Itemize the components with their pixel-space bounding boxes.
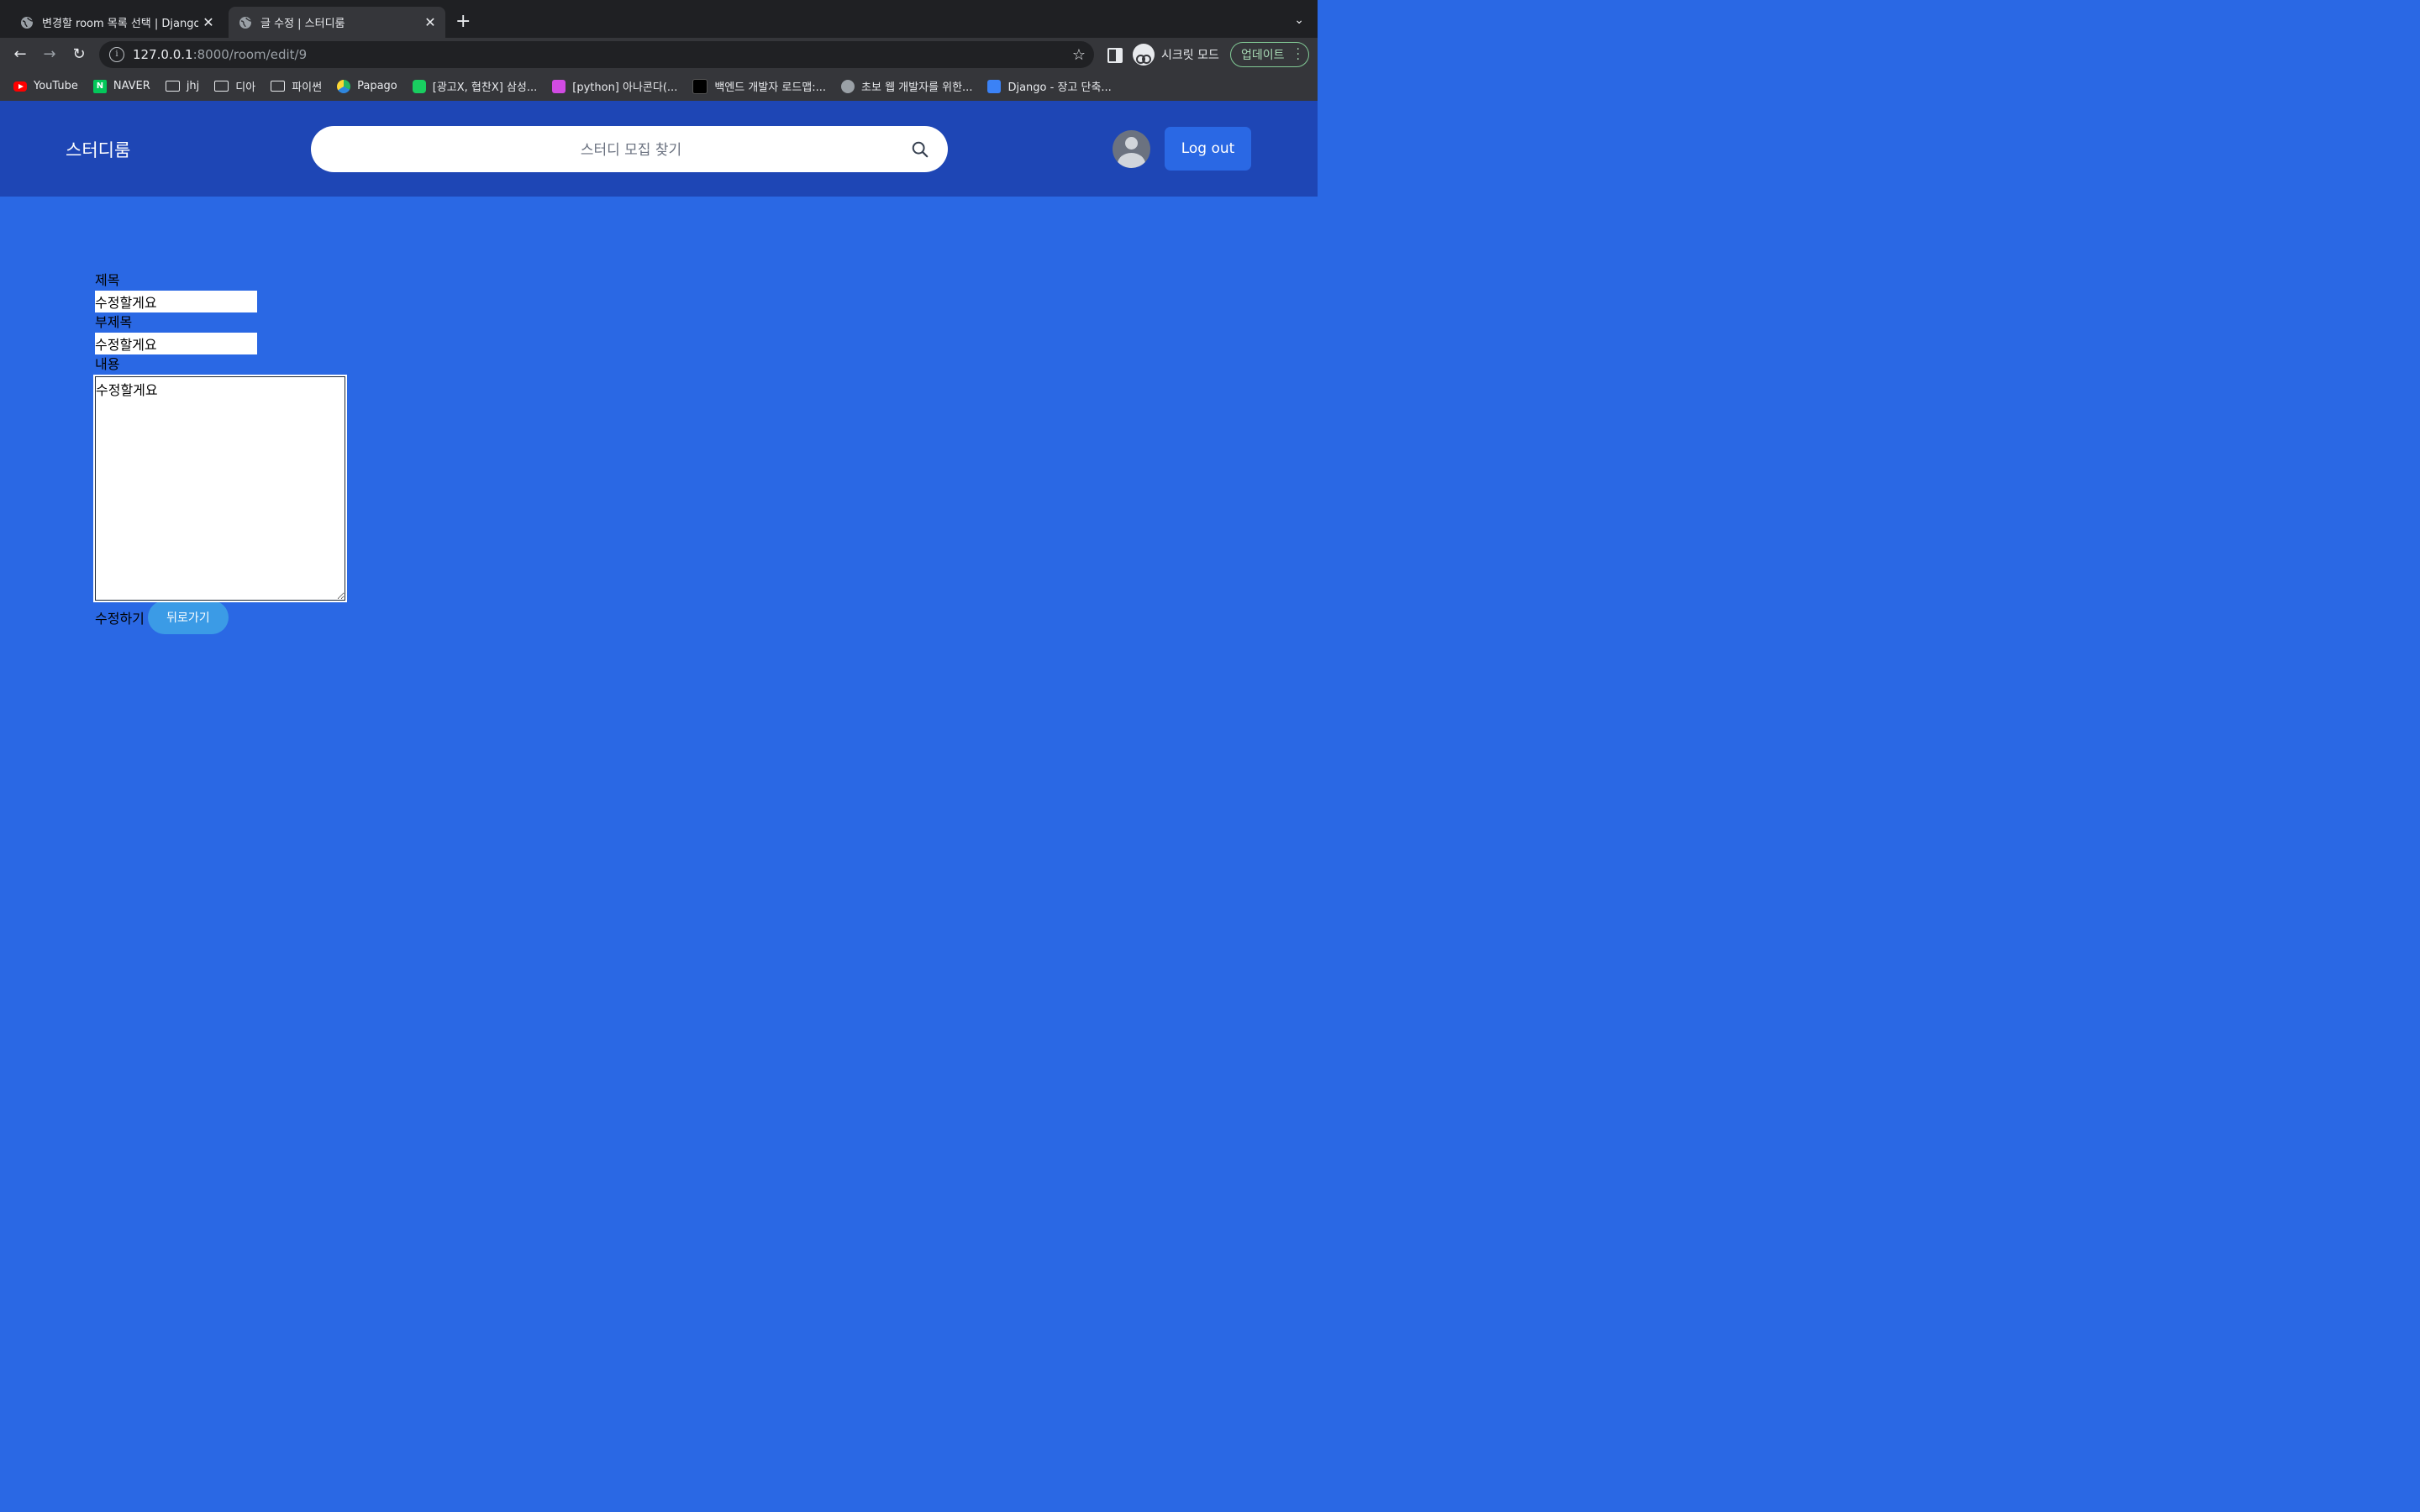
reload-icon[interactable]: ↻ [69, 45, 89, 65]
more-vert-icon: · · · [1296, 43, 1300, 66]
url-text: 127.0.0.1:8000/room/edit/9 [133, 47, 308, 62]
django-icon [987, 79, 1002, 93]
naver-icon: N [92, 79, 107, 93]
bookmark-blog[interactable]: [광고X, 협찬X] 삼성... [412, 78, 537, 94]
browser-toolbar: ← → ↻ i 127.0.0.1:8000/room/edit/9 ☆ 시크릿… [0, 38, 1318, 71]
browser-tab-active[interactable]: 글 수정 | 스터디룸 ✕ [229, 7, 445, 38]
folder-icon [165, 81, 180, 92]
bookmark-backend-roadmap[interactable]: 백엔드 개발자 로드맵:... [692, 78, 826, 94]
folder-icon [214, 81, 229, 92]
bookmark-star-icon[interactable]: ☆ [1072, 46, 1086, 64]
bookmarks-bar: YouTube N NAVER jhj 디아 파이썬 Papago [광고X, 협… [0, 71, 1318, 101]
incognito-indicator[interactable]: 시크릿 모드 [1133, 42, 1219, 67]
bookmark-folder-jhj[interactable]: jhj [165, 80, 199, 92]
site-info-icon[interactable]: i [109, 47, 124, 62]
content-label: 내용 [95, 356, 120, 372]
new-tab-icon[interactable]: + [455, 12, 471, 32]
site-logo[interactable]: 스터디룸 [66, 137, 130, 162]
incognito-label: 시크릿 모드 [1161, 49, 1219, 62]
update-button[interactable]: 업데이트 · · · [1230, 42, 1309, 67]
globe-icon [239, 16, 252, 29]
site-header: 스터디룸 Log out [0, 101, 1318, 197]
search-icon[interactable] [911, 140, 929, 159]
blog-icon [412, 79, 426, 93]
logout-button[interactable]: Log out [1165, 127, 1251, 171]
update-label: 업데이트 [1241, 49, 1285, 62]
globe-icon [841, 79, 855, 93]
search-input[interactable] [311, 126, 951, 174]
tab-title: 변경할 room 목록 선택 | Django 사 [42, 18, 198, 30]
incognito-icon [1133, 44, 1155, 66]
bookmark-django[interactable]: Django - 장고 단축... [987, 78, 1112, 94]
subtitle-input[interactable] [95, 333, 257, 354]
youtube-icon [13, 81, 27, 92]
address-bar[interactable]: i 127.0.0.1:8000/room/edit/9 ☆ [99, 41, 1094, 68]
bookmark-naver[interactable]: N NAVER [92, 79, 150, 93]
browser-tab[interactable]: 변경할 room 목록 선택 | Django 사 ✕ [10, 7, 224, 38]
bookmark-folder-python[interactable]: 파이썬 [271, 78, 322, 94]
search-bar[interactable] [311, 126, 951, 174]
back-arrow-icon[interactable]: ← [10, 45, 30, 65]
subtitle-label: 부제목 [95, 314, 133, 330]
close-tab-icon[interactable]: ✕ [198, 14, 218, 30]
back-button[interactable]: 뒤로가기 [147, 601, 229, 634]
close-tab-icon[interactable]: ✕ [420, 14, 440, 30]
chevron-down-icon[interactable]: ⌄ [1294, 13, 1304, 27]
folder-icon [271, 81, 286, 92]
forward-arrow-icon[interactable]: → [39, 45, 60, 65]
title-input[interactable] [95, 291, 257, 312]
bookmark-folder-dia[interactable]: 디아 [214, 78, 255, 94]
browser-tab-strip: 변경할 room 목록 선택 | Django 사 ✕ 글 수정 | 스터디룸 … [0, 0, 1318, 38]
side-panel-icon[interactable] [1107, 48, 1123, 63]
globe-icon [21, 16, 34, 29]
edit-form: 제목 부제목 내용 수정할게요 수정하기 뒤로가기 [93, 270, 347, 634]
title-label: 제목 [95, 272, 120, 288]
r-icon [692, 78, 708, 94]
bookmark-beginner-web[interactable]: 초보 웹 개발자를 위한... [841, 78, 972, 94]
submit-button[interactable]: 수정하기 [95, 607, 145, 627]
avatar-body [1118, 153, 1145, 168]
content-textarea[interactable]: 수정할게요 [93, 375, 347, 602]
bookmark-python-anaconda[interactable]: [python] 아나콘다(... [552, 78, 677, 94]
form-actions: 수정하기 뒤로가기 [95, 601, 345, 634]
papago-icon [337, 79, 351, 93]
g4n-icon [552, 79, 566, 93]
tab-title: 글 수정 | 스터디룸 [260, 18, 345, 30]
bookmark-papago[interactable]: Papago [337, 79, 397, 93]
avatar-head [1125, 137, 1138, 150]
avatar[interactable] [1113, 130, 1150, 168]
bookmark-youtube[interactable]: YouTube [13, 80, 78, 92]
